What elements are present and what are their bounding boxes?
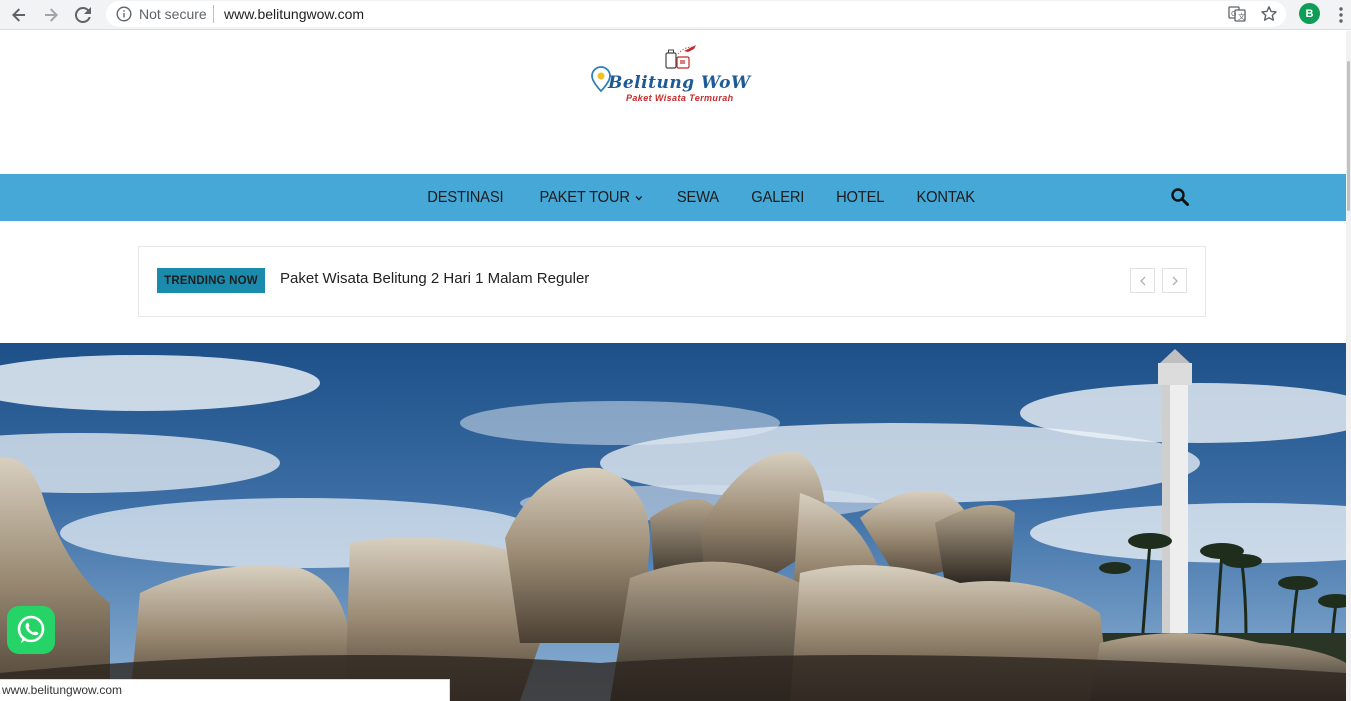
chevron-left-icon[interactable] bbox=[1130, 268, 1155, 293]
security-label: Not secure bbox=[139, 6, 207, 22]
nav-item-kontak[interactable]: KONTAK bbox=[904, 189, 988, 207]
browser-toolbar: Not secure www.belitungwow.com G文 B bbox=[0, 0, 1351, 30]
menu-dots-icon[interactable] bbox=[1333, 5, 1349, 25]
divider bbox=[213, 5, 214, 23]
reload-icon[interactable] bbox=[71, 3, 95, 27]
logo-title: Belitung WoW bbox=[608, 73, 751, 93]
main-navigation: DESTINASI PAKET TOUR SEWA GALERI HOTEL K… bbox=[0, 174, 1346, 221]
forward-icon[interactable] bbox=[39, 3, 63, 27]
info-icon[interactable] bbox=[116, 6, 132, 22]
star-icon[interactable] bbox=[1260, 5, 1278, 23]
nav-item-paket-tour[interactable]: PAKET TOUR bbox=[526, 189, 655, 207]
chevron-right-icon[interactable] bbox=[1162, 268, 1187, 293]
nav-item-galeri[interactable]: GALERI bbox=[738, 189, 817, 207]
search-icon[interactable] bbox=[1170, 187, 1190, 207]
url-text[interactable]: www.belitungwow.com bbox=[224, 6, 364, 22]
back-icon[interactable] bbox=[7, 3, 31, 27]
hero-image bbox=[0, 343, 1346, 701]
nav-item-hotel[interactable]: HOTEL bbox=[823, 189, 897, 207]
translate-icon[interactable]: G文 bbox=[1228, 5, 1246, 23]
whatsapp-icon[interactable] bbox=[7, 606, 55, 654]
beach-rocks-lighthouse-image bbox=[0, 343, 1346, 701]
scrollbar-thumb[interactable] bbox=[1347, 61, 1350, 211]
page-scrollbar[interactable] bbox=[1346, 31, 1351, 701]
trending-ticker: TRENDING NOW Paket Wisata Belitung 2 Har… bbox=[138, 246, 1206, 317]
status-bar-url: www.belitungwow.com bbox=[0, 679, 450, 701]
nav-item-label: PAKET TOUR bbox=[539, 188, 630, 206]
profile-avatar[interactable]: B bbox=[1299, 3, 1320, 24]
svg-text:文: 文 bbox=[1238, 12, 1245, 21]
chevron-down-icon bbox=[635, 195, 642, 200]
svg-text:G: G bbox=[1231, 10, 1236, 18]
trending-label: TRENDING NOW bbox=[157, 268, 265, 293]
site-logo[interactable]: Belitung WoW Paket Wisata Termurah bbox=[580, 43, 770, 105]
trending-headline-link[interactable]: Paket Wisata Belitung 2 Hari 1 Malam Reg… bbox=[280, 270, 589, 287]
address-bar[interactable]: Not secure www.belitungwow.com G文 bbox=[106, 1, 1286, 27]
web-page: Belitung WoW Paket Wisata Termurah DESTI… bbox=[0, 31, 1346, 701]
nav-item-sewa[interactable]: SEWA bbox=[664, 189, 732, 207]
nav-item-destinasi[interactable]: DESTINASI bbox=[414, 189, 516, 207]
logo-subtitle: Paket Wisata Termurah bbox=[626, 93, 734, 103]
